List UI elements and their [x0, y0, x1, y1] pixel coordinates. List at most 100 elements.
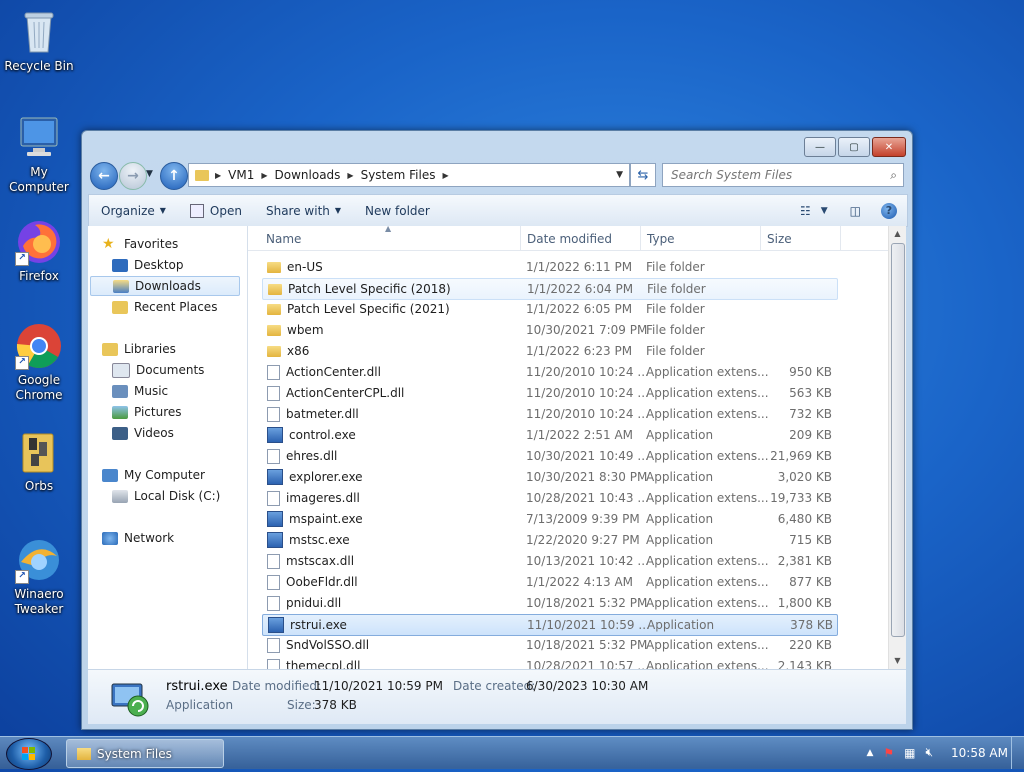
chevron-down-icon: ▼: [334, 206, 342, 215]
maximize-button[interactable]: ▢: [838, 137, 870, 157]
shortcut-arrow-icon: ↗: [15, 356, 29, 370]
search-icon[interactable]: ⌕: [890, 168, 897, 183]
desktop-icon-orbs[interactable]: Orbs: [0, 428, 78, 494]
desktop-icon-chrome[interactable]: ↗ Google Chrome: [0, 322, 78, 403]
file-name: rstrui.exe: [290, 618, 347, 632]
nav-label: My Computer: [124, 468, 205, 482]
breadcrumb-system-files[interactable]: System Files: [356, 168, 441, 182]
file-size: 378 KB: [790, 618, 833, 632]
preview-pane-icon[interactable]: ◫: [850, 204, 861, 218]
minimize-button[interactable]: —: [804, 137, 836, 157]
address-bar[interactable]: ▶ VM1 ▶ Downloads ▶ System Files ▶ ▼: [188, 163, 630, 187]
nav-network[interactable]: Network: [102, 528, 174, 548]
file-row[interactable]: batmeter.dll 11/20/2010 10:24 ... Applicat…: [262, 404, 836, 424]
clock[interactable]: 10:58 AM: [951, 746, 1008, 760]
taskbar-item-system-files[interactable]: System Files: [66, 739, 224, 768]
action-center-flag-icon[interactable]: ⚑: [883, 746, 894, 760]
desktop-icon-firefox[interactable]: ↗ Firefox: [0, 218, 78, 284]
file-row[interactable]: rstrui.exe 11/10/2021 10:59 ... Applicatio…: [262, 614, 838, 636]
file-type: Application: [647, 618, 715, 632]
file-row[interactable]: mspaint.exe 7/13/2009 9:39 PM Application 6…: [262, 509, 836, 529]
help-icon[interactable]: ?: [881, 202, 897, 219]
file-row[interactable]: Patch Level Specific (2018) 1/1/2022 6:04…: [262, 278, 838, 300]
share-with-button[interactable]: Share with ▼: [254, 204, 353, 218]
scroll-up-icon[interactable]: ▲: [889, 226, 906, 242]
column-divider[interactable]: [760, 226, 761, 250]
breadcrumb-arrow-icon[interactable]: ▶: [345, 171, 355, 180]
column-divider[interactable]: [840, 226, 841, 250]
nav-downloads[interactable]: Downloads: [90, 276, 240, 296]
nav-my-computer[interactable]: My Computer: [102, 465, 205, 485]
column-divider[interactable]: [520, 226, 521, 250]
column-header-type[interactable]: Type: [647, 232, 675, 246]
file-row[interactable]: control.exe 1/1/2022 2:51 AM Application 20…: [262, 425, 836, 445]
show-desktop-button[interactable]: [1011, 737, 1024, 769]
nav-label: Music: [134, 384, 169, 398]
file-row[interactable]: Patch Level Specific (2021) 1/1/2022 6:05…: [262, 299, 836, 319]
breadcrumb-arrow-icon[interactable]: ▶: [259, 171, 269, 180]
folder-icon: [267, 324, 281, 336]
file-row[interactable]: OobeFldr.dll 1/1/2022 4:13 AM Application …: [262, 572, 836, 592]
back-button[interactable]: ←: [90, 162, 118, 190]
change-view-icon[interactable]: ☷: [800, 204, 811, 218]
file-row[interactable]: explorer.exe 10/30/2021 8:30 PM Applicatio…: [262, 467, 836, 487]
nav-videos[interactable]: Videos: [112, 423, 174, 443]
file-row[interactable]: pnidui.dll 10/18/2021 5:32 PM Application …: [262, 593, 836, 613]
firefox-icon: ↗: [15, 218, 63, 266]
search-box[interactable]: ⌕: [662, 163, 904, 187]
network-icon[interactable]: ▦: [904, 746, 915, 760]
volume-muted-icon[interactable]: 🔇︎: [925, 745, 933, 760]
scrollbar-thumb[interactable]: [891, 243, 905, 637]
file-row[interactable]: mstsc.exe 1/22/2020 9:27 PM Application 715…: [262, 530, 836, 550]
breadcrumb-downloads[interactable]: Downloads: [270, 168, 346, 182]
breadcrumb-vm1[interactable]: VM1: [223, 168, 259, 182]
start-button[interactable]: [6, 738, 52, 770]
file-row[interactable]: wbem 10/30/2021 7:09 PM File folder: [262, 320, 836, 340]
up-button[interactable]: ↑: [160, 162, 188, 190]
nav-recent-places[interactable]: Recent Places: [112, 297, 217, 317]
file-row[interactable]: ActionCenterCPL.dll 11/20/2010 10:24 ... A…: [262, 383, 836, 403]
breadcrumb-arrow-icon[interactable]: ▶: [213, 171, 223, 180]
file-row[interactable]: mstscax.dll 10/13/2021 10:42 ... Applicati…: [262, 551, 836, 571]
nav-local-disk[interactable]: Local Disk (C:): [112, 486, 220, 506]
scroll-down-icon[interactable]: ▼: [889, 653, 906, 669]
close-button[interactable]: ✕: [872, 137, 906, 157]
search-input[interactable]: [669, 167, 883, 183]
file-size: 6,480 KB: [777, 512, 832, 526]
column-header-name[interactable]: Name: [266, 232, 301, 246]
view-options-dropdown-icon[interactable]: ▼: [821, 206, 828, 216]
breadcrumb-arrow-icon[interactable]: ▶: [440, 171, 450, 180]
nav-music[interactable]: Music: [112, 381, 168, 401]
refresh-button[interactable]: ⇆: [630, 163, 656, 187]
column-header-date[interactable]: Date modified: [527, 232, 612, 246]
nav-pictures[interactable]: Pictures: [112, 402, 182, 422]
desktop-icon-my-computer[interactable]: My Computer: [0, 114, 78, 195]
file-row[interactable]: SndVolSSO.dll 10/18/2021 5:32 PM Applicati…: [262, 635, 836, 655]
nav-desktop[interactable]: Desktop: [112, 255, 184, 275]
file-date-modified: 10/18/2021 5:32 PM: [526, 638, 648, 652]
organize-button[interactable]: Organize ▼: [89, 204, 178, 218]
nav-documents[interactable]: Documents: [112, 360, 204, 380]
file-name: mstscax.dll: [286, 554, 355, 568]
vertical-scrollbar[interactable]: ▲ ▼: [888, 226, 906, 669]
nav-libraries[interactable]: Libraries: [102, 339, 176, 359]
file-row[interactable]: themecpl.dll 10/28/2021 10:57 ... Applicat…: [262, 656, 836, 669]
desktop-icon-recycle-bin[interactable]: Recycle Bin: [0, 8, 78, 74]
column-divider[interactable]: [640, 226, 641, 250]
show-hidden-icons-icon[interactable]: ▲: [866, 748, 873, 758]
desktop-icon-winaero-tweaker[interactable]: ↗ Winaero Tweaker: [0, 536, 78, 617]
file-row[interactable]: x86 1/1/2022 6:23 PM File folder: [262, 341, 836, 361]
folder-icon: [267, 261, 281, 273]
file-row[interactable]: imageres.dll 10/28/2021 10:43 ... Applicat…: [262, 488, 836, 508]
open-button[interactable]: Open: [178, 203, 254, 218]
recent-pages-dropdown[interactable]: ▼: [146, 169, 153, 179]
explorer-window[interactable]: — ▢ ✕ ← → ▼ ↑ ▶ VM1 ▶ Downloads ▶ System…: [81, 130, 913, 730]
nav-favorites[interactable]: ★ Favorites: [102, 234, 178, 254]
file-row[interactable]: ActionCenter.dll 11/20/2010 10:24 ... Appl…: [262, 362, 836, 382]
file-row[interactable]: ehres.dll 10/30/2021 10:49 ... Application…: [262, 446, 836, 466]
column-header-size[interactable]: Size: [767, 232, 792, 246]
address-dropdown-icon[interactable]: ▼: [616, 170, 623, 180]
forward-button[interactable]: →: [119, 162, 147, 190]
new-folder-button[interactable]: New folder: [353, 204, 442, 218]
file-row[interactable]: en-US 1/1/2022 6:11 PM File folder: [262, 257, 836, 277]
